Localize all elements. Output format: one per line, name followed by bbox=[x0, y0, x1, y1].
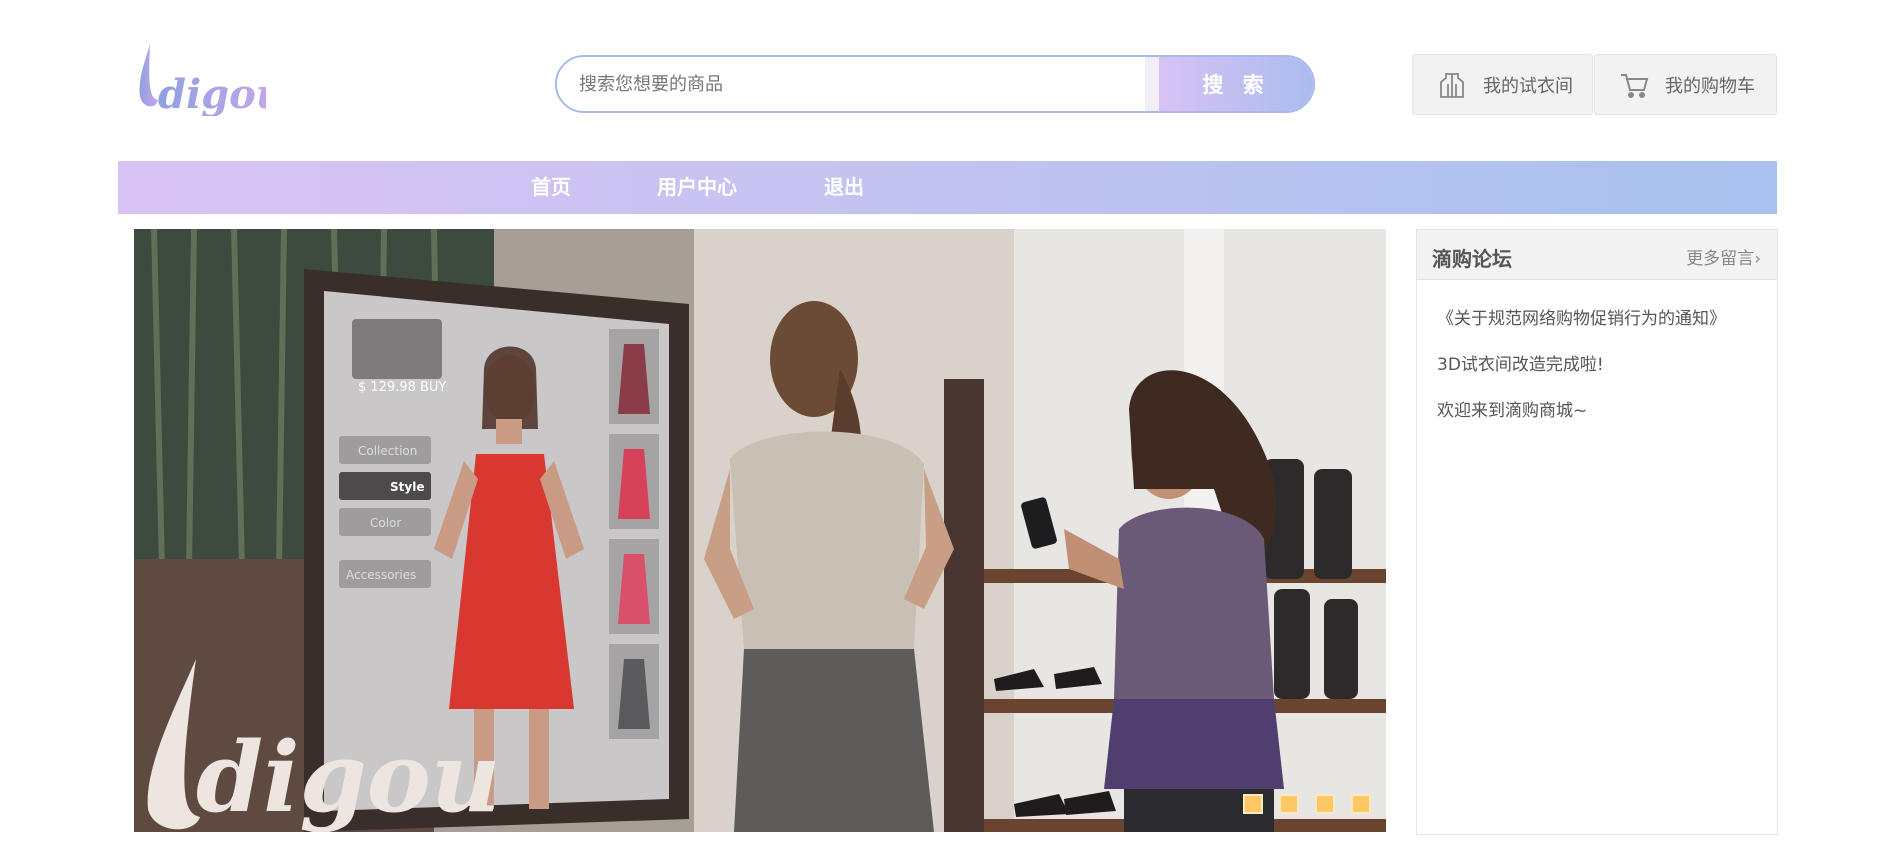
cart-icon bbox=[1619, 70, 1649, 100]
site-logo[interactable]: digou bbox=[136, 40, 285, 118]
hanger-icon bbox=[1437, 70, 1467, 100]
nav-item-user-center[interactable]: 用户中心 bbox=[657, 161, 737, 214]
search-button[interactable]: 搜 索 bbox=[1159, 57, 1313, 111]
main-nav: 首页 用户中心 退出 bbox=[118, 161, 1777, 214]
forum-more-label: 更多留言 bbox=[1686, 249, 1755, 269]
carousel-dot-3[interactable] bbox=[1315, 794, 1335, 814]
forum-post-list: 《关于规范网络购物促销行为的通知》 3D试衣间改造完成啦! 欢迎来到滴购商城~ bbox=[1417, 280, 1777, 434]
nav-item-logout[interactable]: 退出 bbox=[824, 161, 864, 214]
my-fitting-room-button[interactable]: 我的试衣间 bbox=[1412, 54, 1593, 115]
forum-panel: 滴购论坛 更多留言› 《关于规范网络购物促销行为的通知》 3D试衣间改造完成啦!… bbox=[1416, 229, 1778, 835]
search-divider bbox=[1145, 57, 1159, 111]
forum-header: 滴购论坛 更多留言› bbox=[1417, 230, 1777, 280]
forum-title: 滴购论坛 bbox=[1432, 247, 1512, 271]
mirror-buy: BUY bbox=[420, 380, 446, 395]
carousel-dot-2[interactable] bbox=[1279, 794, 1299, 814]
forum-post[interactable]: 欢迎来到滴购商城~ bbox=[1417, 388, 1777, 434]
carousel-dots bbox=[1243, 794, 1371, 814]
mirror-menu-color: Color bbox=[370, 516, 401, 530]
banner-carousel[interactable]: $ 129.98 BUY Collection Style Color Acce… bbox=[134, 229, 1386, 832]
search-input[interactable] bbox=[557, 57, 1145, 111]
forum-post[interactable]: 3D试衣间改造完成啦! bbox=[1417, 342, 1777, 388]
search-bar: 搜 索 bbox=[555, 55, 1315, 113]
my-fitting-room-label: 我的试衣间 bbox=[1483, 75, 1573, 97]
nav-item-home[interactable]: 首页 bbox=[531, 161, 571, 214]
banner-image: $ 129.98 BUY Collection Style Color Acce… bbox=[134, 229, 1386, 832]
carousel-dot-4[interactable] bbox=[1351, 794, 1371, 814]
mirror-price: $ 129.98 bbox=[358, 380, 416, 395]
mirror-menu-style: Style bbox=[390, 480, 424, 494]
my-cart-button[interactable]: 我的购物车 bbox=[1594, 54, 1777, 115]
banner-logo-wordmark: digou bbox=[196, 721, 501, 832]
mirror-menu-accessories: Accessories bbox=[346, 568, 416, 582]
logo-wordmark: digou bbox=[158, 71, 266, 116]
chevron-right-icon: › bbox=[1754, 249, 1761, 269]
my-cart-label: 我的购物车 bbox=[1665, 75, 1755, 97]
carousel-dot-1[interactable] bbox=[1243, 794, 1263, 814]
mirror-menu-collection: Collection bbox=[358, 444, 417, 458]
forum-post[interactable]: 《关于规范网络购物促销行为的通知》 bbox=[1417, 296, 1777, 342]
forum-more-link[interactable]: 更多留言› bbox=[1686, 244, 1761, 269]
